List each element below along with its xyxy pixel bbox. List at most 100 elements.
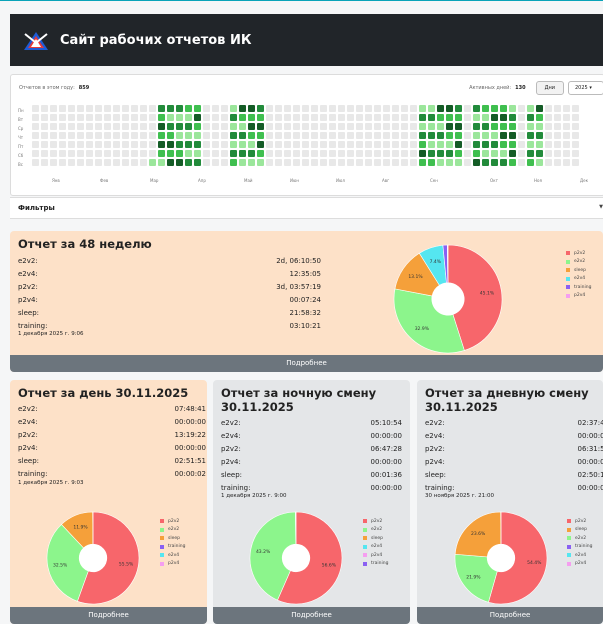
heatmap-day-cell[interactable] (554, 114, 561, 121)
heatmap-day-cell[interactable] (509, 123, 516, 130)
heatmap-day-cell[interactable] (131, 159, 138, 166)
heatmap-day-cell[interactable] (59, 159, 66, 166)
heatmap-day-cell[interactable] (491, 114, 498, 121)
heatmap-day-cell[interactable] (356, 141, 363, 148)
heatmap-day-cell[interactable] (410, 123, 417, 130)
heatmap-day-cell[interactable] (320, 114, 327, 121)
heatmap-day-cell[interactable] (383, 114, 390, 121)
heatmap-day-cell[interactable] (185, 132, 192, 139)
heatmap-day-cell[interactable] (122, 123, 129, 130)
heatmap-day-cell[interactable] (284, 132, 291, 139)
heatmap-day-cell[interactable] (392, 141, 399, 148)
heatmap-day-cell[interactable] (221, 105, 228, 112)
caret-down-icon[interactable]: ▼ (599, 204, 603, 210)
heatmap-day-cell[interactable] (455, 114, 462, 121)
heatmap-day-cell[interactable] (338, 132, 345, 139)
heatmap-day-cell[interactable] (266, 132, 273, 139)
heatmap-day-cell[interactable] (185, 150, 192, 157)
heatmap-day-cell[interactable] (473, 114, 480, 121)
heatmap-day-cell[interactable] (86, 114, 93, 121)
heatmap-day-cell[interactable] (275, 159, 282, 166)
heatmap-day-cell[interactable] (77, 123, 84, 130)
heatmap-day-cell[interactable] (320, 105, 327, 112)
heatmap-day-cell[interactable] (95, 150, 102, 157)
heatmap-day-cell[interactable] (284, 159, 291, 166)
heatmap-day-cell[interactable] (410, 132, 417, 139)
heatmap-day-cell[interactable] (410, 114, 417, 121)
heatmap-day-cell[interactable] (581, 123, 588, 130)
heatmap-day-cell[interactable] (419, 159, 426, 166)
heatmap-day-cell[interactable] (491, 159, 498, 166)
heatmap-day-cell[interactable] (50, 105, 57, 112)
heatmap-day-cell[interactable] (41, 141, 48, 148)
heatmap-day-cell[interactable] (365, 150, 372, 157)
heatmap-day-cell[interactable] (230, 159, 237, 166)
heatmap-day-cell[interactable] (194, 132, 201, 139)
heatmap-day-cell[interactable] (77, 159, 84, 166)
heatmap-day-cell[interactable] (428, 132, 435, 139)
heatmap-day-cell[interactable] (437, 105, 444, 112)
heatmap-day-cell[interactable] (338, 150, 345, 157)
heatmap-day-cell[interactable] (347, 159, 354, 166)
heatmap-day-cell[interactable] (149, 159, 156, 166)
night-shift-more-button[interactable]: Подробнее (213, 607, 410, 624)
heatmap-day-cell[interactable] (419, 132, 426, 139)
heatmap-day-cell[interactable] (518, 159, 525, 166)
heatmap-day-cell[interactable] (203, 105, 210, 112)
heatmap-day-cell[interactable] (167, 105, 174, 112)
heatmap-day-cell[interactable] (293, 105, 300, 112)
heatmap-day-cell[interactable] (194, 150, 201, 157)
heatmap-day-cell[interactable] (554, 105, 561, 112)
heatmap-day-cell[interactable] (95, 141, 102, 148)
heatmap-day-cell[interactable] (239, 105, 246, 112)
heatmap-day-cell[interactable] (500, 123, 507, 130)
heatmap-day-cell[interactable] (59, 150, 66, 157)
heatmap-day-cell[interactable] (446, 123, 453, 130)
heatmap-day-cell[interactable] (509, 159, 516, 166)
heatmap-day-cell[interactable] (464, 159, 471, 166)
heatmap-day-cell[interactable] (383, 132, 390, 139)
heatmap-day-cell[interactable] (167, 123, 174, 130)
heatmap-day-cell[interactable] (239, 114, 246, 121)
heatmap-day-cell[interactable] (32, 132, 39, 139)
heatmap-day-cell[interactable] (266, 114, 273, 121)
heatmap-day-cell[interactable] (545, 123, 552, 130)
heatmap-day-cell[interactable] (581, 114, 588, 121)
heatmap-day-cell[interactable] (185, 123, 192, 130)
heatmap-day-cell[interactable] (239, 132, 246, 139)
heatmap-day-cell[interactable] (221, 150, 228, 157)
heatmap-day-cell[interactable] (572, 141, 579, 148)
heatmap-day-cell[interactable] (572, 105, 579, 112)
heatmap-day-cell[interactable] (95, 132, 102, 139)
heatmap-day-cell[interactable] (284, 141, 291, 148)
heatmap-day-cell[interactable] (293, 114, 300, 121)
heatmap-day-cell[interactable] (410, 159, 417, 166)
heatmap-day-cell[interactable] (113, 159, 120, 166)
heatmap-day-cell[interactable] (500, 141, 507, 148)
heatmap-day-cell[interactable] (392, 114, 399, 121)
heatmap-day-cell[interactable] (302, 123, 309, 130)
heatmap-day-cell[interactable] (32, 114, 39, 121)
heatmap-day-cell[interactable] (527, 114, 534, 121)
heatmap-day-cell[interactable] (401, 150, 408, 157)
heatmap-day-cell[interactable] (365, 141, 372, 148)
heatmap-day-cell[interactable] (482, 114, 489, 121)
heatmap-day-cell[interactable] (176, 132, 183, 139)
heatmap-day-cell[interactable] (230, 123, 237, 130)
heatmap-day-cell[interactable] (356, 150, 363, 157)
heatmap-day-cell[interactable] (338, 114, 345, 121)
heatmap-day-cell[interactable] (554, 150, 561, 157)
heatmap-day-cell[interactable] (581, 159, 588, 166)
heatmap-day-cell[interactable] (347, 141, 354, 148)
heatmap-day-cell[interactable] (482, 105, 489, 112)
heatmap-day-cell[interactable] (140, 132, 147, 139)
heatmap-day-cell[interactable] (212, 114, 219, 121)
heatmap-day-cell[interactable] (563, 123, 570, 130)
heatmap-day-cell[interactable] (374, 123, 381, 130)
heatmap-day-cell[interactable] (356, 105, 363, 112)
heatmap-day-cell[interactable] (230, 132, 237, 139)
heatmap-day-cell[interactable] (221, 123, 228, 130)
heatmap-day-cell[interactable] (500, 150, 507, 157)
heatmap-day-cell[interactable] (239, 159, 246, 166)
heatmap-day-cell[interactable] (257, 123, 264, 130)
